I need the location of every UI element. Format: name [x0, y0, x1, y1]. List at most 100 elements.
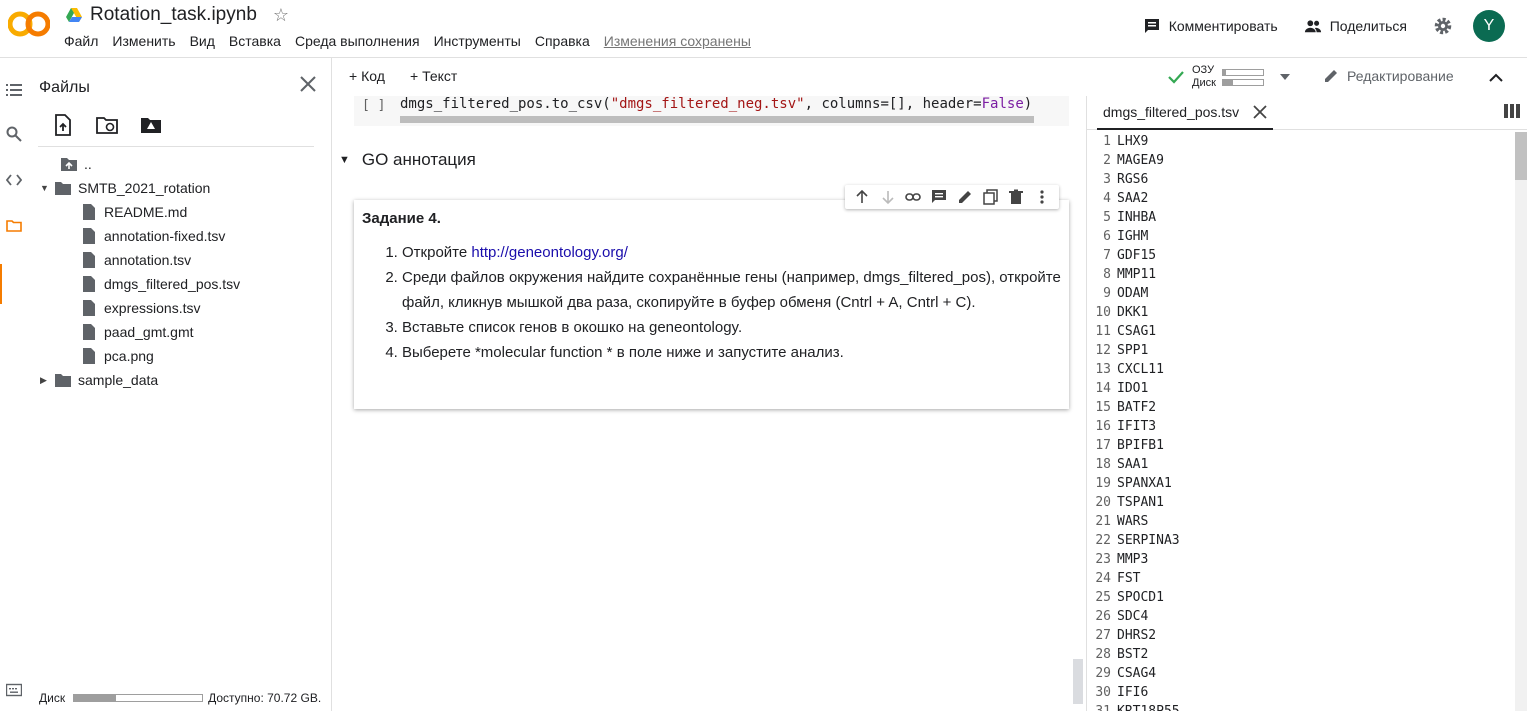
code-cell[interactable]: [ ] dmgs_filtered_pos.to_csv("dmgs_filte… — [354, 96, 1069, 126]
tree-item-file[interactable]: annotation.tsv — [80, 249, 191, 271]
refresh-folder-icon[interactable] — [96, 114, 118, 136]
file-line[interactable]: 8 MMP11 — [1087, 265, 1515, 284]
file-content[interactable]: 1 LHX9 2 MAGEA9 3 RGS6 4 SAA2 5 INHBA 6 IGHM 7 GDF15 8… — [1087, 132, 1515, 711]
resources-indicator[interactable]: ОЗУ Диск — [1168, 64, 1290, 90]
menu-edit[interactable]: Изменить — [112, 33, 175, 49]
tree-item-file[interactable]: pca.png — [80, 345, 154, 367]
file-line[interactable]: 22 SERPINA3 — [1087, 531, 1515, 550]
folder-icon[interactable] — [6, 218, 22, 234]
file-line[interactable]: 15 BATF2 — [1087, 398, 1515, 417]
tree-item-file[interactable]: expressions.tsv — [80, 297, 200, 319]
share-button[interactable]: Поделиться — [1304, 17, 1407, 35]
caret-down-icon[interactable]: ▼ — [40, 183, 54, 193]
file-line[interactable]: 1 LHX9 — [1087, 132, 1515, 151]
file-line[interactable]: 14 IDO1 — [1087, 379, 1515, 398]
close-icon[interactable] — [299, 75, 317, 93]
line-number: 28 — [1095, 647, 1111, 662]
link-icon[interactable] — [905, 189, 922, 205]
upload-file-icon[interactable] — [52, 114, 74, 136]
viewer-scrollbar[interactable] — [1515, 132, 1527, 711]
section-header[interactable]: ▼ GO аннотация — [339, 150, 476, 170]
file-line[interactable]: 3 RGS6 — [1087, 170, 1515, 189]
notebook-title[interactable]: Rotation_task.ipynb — [90, 4, 257, 26]
run-cell-button[interactable]: [ ] — [362, 98, 385, 113]
editing-mode-button[interactable]: Редактирование — [1323, 68, 1454, 84]
tree-item-file[interactable]: annotation-fixed.tsv — [80, 225, 225, 247]
delete-icon[interactable] — [1008, 189, 1024, 205]
comment-label: Комментировать — [1168, 18, 1278, 34]
file-line[interactable]: 2 MAGEA9 — [1087, 151, 1515, 170]
mount-drive-icon[interactable] — [140, 114, 162, 136]
file-line[interactable]: 17 BPIFB1 — [1087, 436, 1515, 455]
file-line[interactable]: 11 CSAG1 — [1087, 322, 1515, 341]
code-editor[interactable]: dmgs_filtered_pos.to_csv("dmgs_filtered_… — [400, 96, 1032, 112]
mirror-cell-icon[interactable] — [982, 189, 999, 205]
horizontal-scrollbar[interactable] — [400, 116, 1034, 123]
avatar[interactable]: Y — [1473, 10, 1505, 42]
file-line[interactable]: 23 MMP3 — [1087, 550, 1515, 569]
menu-file[interactable]: Файл — [64, 33, 98, 49]
comment-button[interactable]: Комментировать — [1143, 17, 1278, 35]
tree-item-parent[interactable]: .. — [60, 153, 92, 175]
text-cell[interactable]: Задание 4. Откройте http://geneontology.… — [354, 200, 1069, 409]
file-line[interactable]: 12 SPP1 — [1087, 341, 1515, 360]
file-line[interactable]: 28 BST2 — [1087, 645, 1515, 664]
star-icon[interactable]: ☆ — [273, 5, 289, 26]
comment-icon[interactable] — [931, 189, 947, 205]
tree-item-label: sample_data — [78, 372, 159, 388]
menu-tools[interactable]: Инструменты — [434, 33, 521, 49]
tab-dmgs-filtered-pos[interactable]: dmgs_filtered_pos.tsv — [1097, 96, 1274, 130]
dropdown-arrow-icon[interactable] — [1279, 74, 1290, 80]
file-line[interactable]: 18 SAA1 — [1087, 455, 1515, 474]
tree-item-folder[interactable]: ▶ sample_data — [40, 369, 158, 391]
ram-bar — [1221, 68, 1264, 76]
file-line[interactable]: 6 IGHM — [1087, 227, 1515, 246]
file-line[interactable]: 25 SPOCD1 — [1087, 588, 1515, 607]
terminal-icon[interactable] — [6, 682, 22, 698]
file-line[interactable]: 4 SAA2 — [1087, 189, 1515, 208]
add-code-button[interactable]: + Код — [349, 68, 385, 84]
tree-item-folder[interactable]: ▼ SMTB_2021_rotation — [40, 177, 210, 199]
file-line[interactable]: 7 GDF15 — [1087, 246, 1515, 265]
file-line[interactable]: 13 CXCL11 — [1087, 360, 1515, 379]
add-text-button[interactable]: + Текст — [410, 68, 457, 84]
file-line[interactable]: 10 DKK1 — [1087, 303, 1515, 322]
more-vert-icon[interactable] — [1034, 189, 1050, 205]
gear-icon[interactable] — [1433, 16, 1453, 36]
column-layout-icon[interactable] — [1504, 104, 1520, 118]
file-line[interactable]: 16 IFIT3 — [1087, 417, 1515, 436]
collapse-section-icon[interactable]: ▼ — [339, 154, 350, 166]
menu-insert[interactable]: Вставка — [229, 33, 281, 49]
file-line[interactable]: 29 CSAG4 — [1087, 664, 1515, 683]
notebook-scrollbar[interactable] — [1073, 659, 1083, 704]
menu-view[interactable]: Вид — [190, 33, 215, 49]
menu-runtime[interactable]: Среда выполнения — [295, 33, 420, 49]
file-line[interactable]: 19 SPANXA1 — [1087, 474, 1515, 493]
code-snippets-icon[interactable] — [6, 172, 22, 188]
search-icon[interactable] — [6, 126, 22, 142]
scrollbar-thumb[interactable] — [1515, 132, 1527, 180]
move-down-icon[interactable] — [880, 189, 896, 205]
file-line[interactable]: 27 DHRS2 — [1087, 626, 1515, 645]
file-line[interactable]: 31KRT18P55 — [1087, 702, 1515, 711]
close-icon[interactable] — [1253, 105, 1267, 119]
menu-help[interactable]: Справка — [535, 33, 590, 49]
geneontology-link[interactable]: http://geneontology.org/ — [471, 244, 628, 261]
tree-item-file[interactable]: README.md — [80, 201, 187, 223]
file-line[interactable]: 30 IFI6 — [1087, 683, 1515, 702]
table-of-contents-icon[interactable] — [6, 82, 22, 98]
file-line[interactable]: 21 WARS — [1087, 512, 1515, 531]
pencil-icon[interactable] — [957, 189, 973, 205]
saved-status[interactable]: Изменения сохранены — [604, 33, 751, 49]
file-line[interactable]: 26 SDC4 — [1087, 607, 1515, 626]
caret-right-icon[interactable]: ▶ — [40, 375, 54, 386]
move-up-icon[interactable] — [854, 189, 870, 205]
tree-item-file[interactable]: dmgs_filtered_pos.tsv — [80, 273, 240, 295]
file-line[interactable]: 9 ODAM — [1087, 284, 1515, 303]
file-line[interactable]: 24 FST — [1087, 569, 1515, 588]
file-line[interactable]: 20 TSPAN1 — [1087, 493, 1515, 512]
file-line[interactable]: 5 INHBA — [1087, 208, 1515, 227]
colab-logo-icon[interactable] — [8, 10, 50, 38]
tree-item-file[interactable]: paad_gmt.gmt — [80, 321, 194, 343]
chevron-up-icon[interactable] — [1488, 70, 1504, 86]
